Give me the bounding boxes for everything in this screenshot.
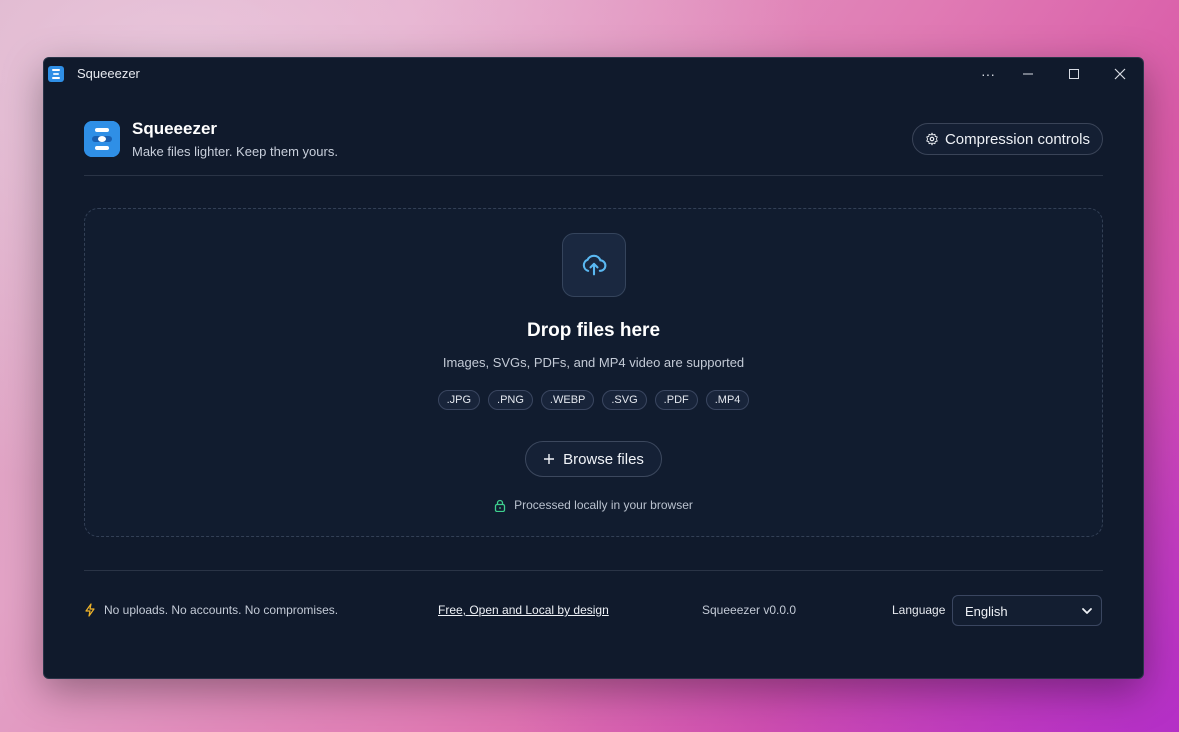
language-label: Language: [892, 603, 946, 617]
privacy-text: No uploads. No accounts. No compromises.: [104, 603, 339, 617]
version-label: Squeeezer v0.0.0: [702, 603, 797, 617]
close-icon: [1114, 68, 1126, 80]
privacy-note: No uploads. No accounts. No compromises.: [84, 603, 338, 617]
app-tagline: Make files lighter. Keep them yours.: [132, 144, 338, 159]
bolt-icon: [85, 603, 95, 617]
design-link[interactable]: Free, Open and Local by design: [438, 603, 609, 617]
compression-controls-label: Compression controls: [944, 130, 1090, 148]
format-chip-jpg: .JPG: [437, 390, 481, 410]
browse-files-label: Browse files: [563, 450, 644, 468]
browse-files-button[interactable]: Browse files: [525, 441, 662, 477]
maximize-button[interactable]: [1051, 58, 1097, 90]
compression-controls-button[interactable]: Compression controls: [911, 123, 1103, 155]
plus-icon: [544, 454, 555, 464]
app-name: Squeeezer: [132, 119, 218, 138]
cloud-upload-icon: [582, 254, 607, 276]
header-divider: [84, 175, 1103, 176]
close-button[interactable]: [1097, 58, 1143, 90]
app-header: Squeeezer Make files lighter. Keep them …: [84, 118, 1103, 176]
window-title: Squeeezer: [77, 66, 140, 81]
squeeezer-logo-icon: [84, 121, 120, 157]
format-chip-pdf: .PDF: [654, 390, 698, 410]
file-dropzone[interactable]: Drop files here Images, SVGs, PDFs, and …: [84, 208, 1103, 537]
maximize-icon: [1069, 69, 1079, 79]
app-icon: [48, 66, 64, 82]
lock-icon: [494, 499, 506, 512]
format-chip-mp4: .MP4: [705, 390, 750, 410]
format-chips: .JPG .PNG .WEBP .SVG .PDF .MP4: [85, 390, 1102, 410]
language-value: English: [965, 604, 1008, 619]
local-processing-text: Processed locally in your browser: [514, 498, 693, 512]
dropzone-subtitle: Images, SVGs, PDFs, and MP4 video are su…: [442, 355, 745, 370]
footer-divider: [84, 570, 1103, 571]
language-select[interactable]: English: [952, 595, 1102, 626]
format-chip-png: .PNG: [488, 390, 533, 410]
format-chip-webp: .WEBP: [540, 390, 595, 410]
title-bar: Squeeezer ···: [44, 58, 1143, 90]
upload-icon-container: [562, 233, 626, 297]
app-footer: No uploads. No accounts. No compromises.…: [84, 595, 1103, 627]
format-chip-svg: .SVG: [602, 390, 647, 410]
app-window: Squeeezer ··· Squeeezer Make files light…: [43, 57, 1144, 679]
gear-icon: [926, 132, 938, 146]
dropzone-title: Drop files here: [526, 320, 661, 341]
chevron-down-icon: [1082, 608, 1092, 614]
local-processing-note: Processed locally in your browser: [85, 498, 1102, 512]
minimize-button[interactable]: [1005, 58, 1051, 90]
minimize-icon: [1023, 73, 1033, 75]
